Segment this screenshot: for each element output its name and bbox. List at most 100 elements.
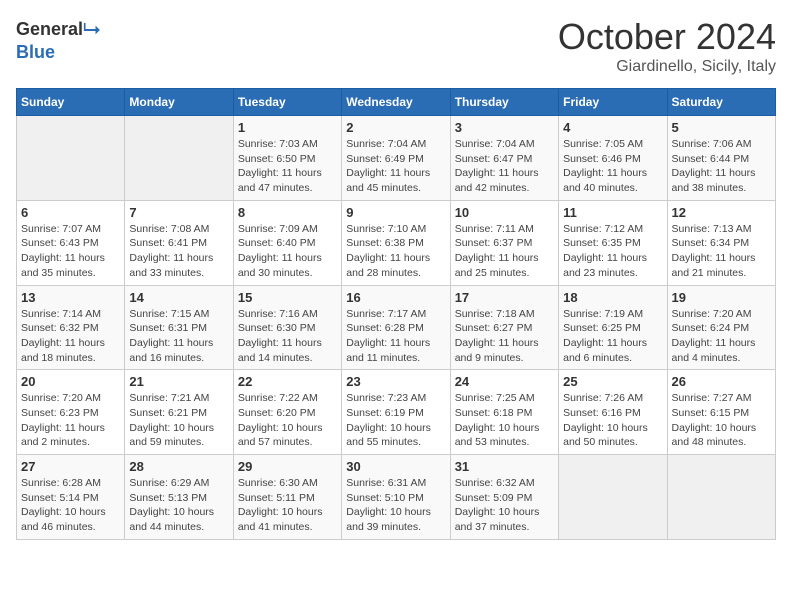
calendar-cell: 24Sunrise: 7:25 AM Sunset: 6:18 PM Dayli… (450, 370, 558, 455)
calendar-cell: 23Sunrise: 7:23 AM Sunset: 6:19 PM Dayli… (342, 370, 450, 455)
title-section: October 2024 Giardinello, Sicily, Italy (558, 16, 776, 76)
calendar-week-row: 1 Sunrise: 7:03 AM Sunset: 6:50 PM Daylig… (17, 116, 776, 201)
calendar-cell: 27 Sunrise: 6:28 AM Sunset: 5:14 PM Dayli… (17, 455, 125, 540)
day-detail: Sunrise: 6:29 AM Sunset: 5:13 PM Dayligh… (129, 477, 214, 533)
day-number: 28 (129, 459, 228, 474)
calendar-cell: 30 Sunrise: 6:31 AM Sunset: 5:10 PM Dayli… (342, 455, 450, 540)
day-number: 18 (563, 290, 662, 305)
day-number: 6 (21, 205, 120, 220)
weekday-header: Saturday (667, 89, 775, 116)
day-number: 14 (129, 290, 228, 305)
calendar-week-row: 13Sunrise: 7:14 AM Sunset: 6:32 PM Dayli… (17, 285, 776, 370)
day-number: 15 (238, 290, 337, 305)
day-number: 11 (563, 205, 662, 220)
calendar-cell: 21 Sunrise: 7:21 AM Sunset: 6:21 PM Dayli… (125, 370, 233, 455)
calendar-cell: 17 Sunrise: 7:18 AM Sunset: 6:27 PM Dayli… (450, 285, 558, 370)
day-detail: Sunrise: 7:03 AM Sunset: 6:50 PM Dayligh… (238, 138, 322, 194)
day-detail: Sunrise: 7:04 AM Sunset: 6:49 PM Dayligh… (346, 138, 430, 194)
calendar-cell: 12Sunrise: 7:13 AM Sunset: 6:34 PM Dayli… (667, 200, 775, 285)
day-number: 27 (21, 459, 120, 474)
calendar-cell: 13Sunrise: 7:14 AM Sunset: 6:32 PM Dayli… (17, 285, 125, 370)
logo: General ⮡ Blue (16, 16, 101, 63)
day-detail: Sunrise: 6:28 AM Sunset: 5:14 PM Dayligh… (21, 477, 106, 533)
calendar-week-row: 20Sunrise: 7:20 AM Sunset: 6:23 PM Dayli… (17, 370, 776, 455)
day-detail: Sunrise: 7:14 AM Sunset: 6:32 PM Dayligh… (21, 308, 105, 364)
weekday-header: Monday (125, 89, 233, 116)
calendar-cell: 4Sunrise: 7:05 AM Sunset: 6:46 PM Daylig… (559, 116, 667, 201)
day-detail: Sunrise: 7:25 AM Sunset: 6:18 PM Dayligh… (455, 392, 540, 448)
logo-blue-text: Blue (16, 42, 55, 63)
day-detail: Sunrise: 7:17 AM Sunset: 6:28 PM Dayligh… (346, 308, 430, 364)
calendar-cell: 15 Sunrise: 7:16 AM Sunset: 6:30 PM Dayli… (233, 285, 341, 370)
day-number: 7 (129, 205, 228, 220)
day-number: 2 (346, 120, 445, 135)
day-detail: Sunrise: 7:11 AM Sunset: 6:37 PM Dayligh… (455, 223, 539, 279)
day-detail: Sunrise: 7:20 AM Sunset: 6:24 PM Dayligh… (672, 308, 756, 364)
weekday-header: Wednesday (342, 89, 450, 116)
calendar-cell: 10 Sunrise: 7:11 AM Sunset: 6:37 PM Dayli… (450, 200, 558, 285)
calendar-cell (17, 116, 125, 201)
day-detail: Sunrise: 7:20 AM Sunset: 6:23 PM Dayligh… (21, 392, 105, 448)
day-number: 22 (238, 374, 337, 389)
day-detail: Sunrise: 7:09 AM Sunset: 6:40 PM Dayligh… (238, 223, 322, 279)
day-number: 17 (455, 290, 554, 305)
calendar-cell (667, 455, 775, 540)
calendar-table: SundayMondayTuesdayWednesdayThursdayFrid… (16, 88, 776, 540)
calendar-cell: 2 Sunrise: 7:04 AM Sunset: 6:49 PM Daylig… (342, 116, 450, 201)
day-detail: Sunrise: 7:04 AM Sunset: 6:47 PM Dayligh… (455, 138, 539, 194)
day-number: 31 (455, 459, 554, 474)
calendar-cell: 7 Sunrise: 7:08 AM Sunset: 6:41 PM Daylig… (125, 200, 233, 285)
day-number: 12 (672, 205, 771, 220)
location-subtitle: Giardinello, Sicily, Italy (558, 58, 776, 76)
calendar-cell: 28 Sunrise: 6:29 AM Sunset: 5:13 PM Dayli… (125, 455, 233, 540)
day-number: 5 (672, 120, 771, 135)
calendar-cell: 8Sunrise: 7:09 AM Sunset: 6:40 PM Daylig… (233, 200, 341, 285)
calendar-cell: 9 Sunrise: 7:10 AM Sunset: 6:38 PM Daylig… (342, 200, 450, 285)
day-detail: Sunrise: 7:21 AM Sunset: 6:21 PM Dayligh… (129, 392, 214, 448)
calendar-cell: 16 Sunrise: 7:17 AM Sunset: 6:28 PM Dayli… (342, 285, 450, 370)
calendar-cell: 11 Sunrise: 7:12 AM Sunset: 6:35 PM Dayli… (559, 200, 667, 285)
day-number: 1 (238, 120, 337, 135)
weekday-header: Tuesday (233, 89, 341, 116)
day-detail: Sunrise: 7:19 AM Sunset: 6:25 PM Dayligh… (563, 308, 647, 364)
day-detail: Sunrise: 7:10 AM Sunset: 6:38 PM Dayligh… (346, 223, 430, 279)
calendar-cell: 26 Sunrise: 7:27 AM Sunset: 6:15 PM Dayli… (667, 370, 775, 455)
day-detail: Sunrise: 7:26 AM Sunset: 6:16 PM Dayligh… (563, 392, 648, 448)
day-detail: Sunrise: 6:31 AM Sunset: 5:10 PM Dayligh… (346, 477, 431, 533)
day-number: 26 (672, 374, 771, 389)
day-detail: Sunrise: 7:23 AM Sunset: 6:19 PM Dayligh… (346, 392, 431, 448)
page-header: General ⮡ Blue October 2024 Giardinello,… (16, 16, 776, 76)
weekday-header: Sunday (17, 89, 125, 116)
weekday-header: Thursday (450, 89, 558, 116)
day-number: 29 (238, 459, 337, 474)
day-detail: Sunrise: 7:16 AM Sunset: 6:30 PM Dayligh… (238, 308, 322, 364)
calendar-cell (559, 455, 667, 540)
day-detail: Sunrise: 7:27 AM Sunset: 6:15 PM Dayligh… (672, 392, 757, 448)
day-number: 16 (346, 290, 445, 305)
logo-bird-icon: ⮡ (83, 16, 101, 42)
day-number: 30 (346, 459, 445, 474)
day-number: 19 (672, 290, 771, 305)
calendar-cell: 31 Sunrise: 6:32 AM Sunset: 5:09 PM Dayli… (450, 455, 558, 540)
day-detail: Sunrise: 7:08 AM Sunset: 6:41 PM Dayligh… (129, 223, 213, 279)
calendar-week-row: 27 Sunrise: 6:28 AM Sunset: 5:14 PM Dayli… (17, 455, 776, 540)
day-number: 10 (455, 205, 554, 220)
calendar-cell: 25Sunrise: 7:26 AM Sunset: 6:16 PM Dayli… (559, 370, 667, 455)
calendar-header-row: SundayMondayTuesdayWednesdayThursdayFrid… (17, 89, 776, 116)
day-detail: Sunrise: 7:22 AM Sunset: 6:20 PM Dayligh… (238, 392, 323, 448)
day-number: 9 (346, 205, 445, 220)
calendar-week-row: 6 Sunrise: 7:07 AM Sunset: 6:43 PM Daylig… (17, 200, 776, 285)
day-detail: Sunrise: 6:32 AM Sunset: 5:09 PM Dayligh… (455, 477, 540, 533)
day-detail: Sunrise: 7:18 AM Sunset: 6:27 PM Dayligh… (455, 308, 539, 364)
calendar-cell: 20Sunrise: 7:20 AM Sunset: 6:23 PM Dayli… (17, 370, 125, 455)
day-detail: Sunrise: 7:07 AM Sunset: 6:43 PM Dayligh… (21, 223, 105, 279)
day-number: 21 (129, 374, 228, 389)
logo-general-text: General (16, 19, 83, 40)
calendar-cell: 22 Sunrise: 7:22 AM Sunset: 6:20 PM Dayli… (233, 370, 341, 455)
calendar-cell: 29Sunrise: 6:30 AM Sunset: 5:11 PM Dayli… (233, 455, 341, 540)
calendar-cell: 6 Sunrise: 7:07 AM Sunset: 6:43 PM Daylig… (17, 200, 125, 285)
day-detail: Sunrise: 7:05 AM Sunset: 6:46 PM Dayligh… (563, 138, 647, 194)
day-number: 3 (455, 120, 554, 135)
day-detail: Sunrise: 7:12 AM Sunset: 6:35 PM Dayligh… (563, 223, 647, 279)
calendar-cell: 19 Sunrise: 7:20 AM Sunset: 6:24 PM Dayli… (667, 285, 775, 370)
